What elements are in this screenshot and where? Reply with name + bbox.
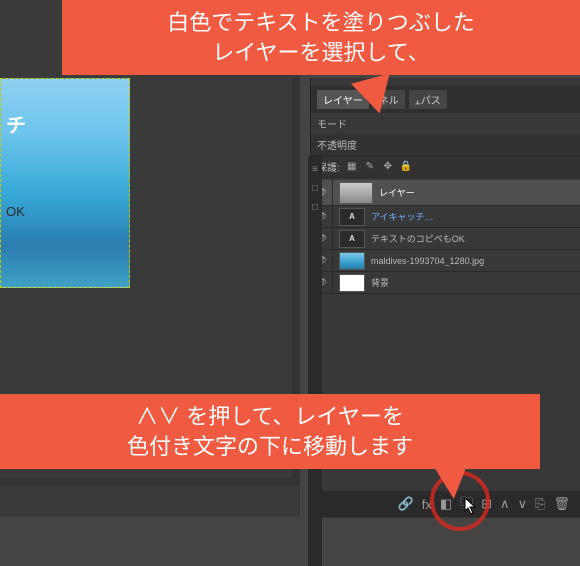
- lock-row: 保護: ▦ ✎ ✥ 🔒: [311, 156, 580, 178]
- layer-thumbnail[interactable]: [339, 274, 365, 292]
- layer-name[interactable]: テキストのコピペもOK: [371, 232, 580, 245]
- move-down-icon[interactable]: ∨: [518, 496, 528, 512]
- layer-row[interactable]: 👁 レイヤー: [311, 180, 580, 206]
- annotation-top-line1: 白色でテキストを塗りつぶした: [72, 8, 570, 38]
- layer-name[interactable]: アイキャッチ…: [371, 210, 580, 223]
- layer-thumbnail[interactable]: A: [339, 208, 365, 226]
- layer-thumbnail[interactable]: [339, 182, 373, 204]
- layer-name[interactable]: maldives-1993704_1280.jpg: [371, 256, 580, 266]
- layer-row[interactable]: 👁 A アイキャッチ…: [311, 206, 580, 228]
- mode-label: モード: [317, 116, 347, 131]
- canvas-text-1: チ: [6, 109, 26, 138]
- layer-row[interactable]: 👁 背景: [311, 272, 580, 294]
- annotation-top: 白色でテキストを塗りつぶした レイヤーを選択して、: [62, 0, 580, 75]
- toolstrip-icon[interactable]: □: [312, 183, 318, 194]
- toolstrip-icon[interactable]: ≡: [312, 164, 318, 175]
- canvas-text-2: OK: [6, 204, 25, 219]
- lock-all-icon[interactable]: 🔒: [400, 161, 412, 173]
- layer-row[interactable]: 👁 maldives-1993704_1280.jpg: [311, 250, 580, 272]
- link-layers-icon[interactable]: 🔗: [398, 496, 414, 512]
- delete-icon[interactable]: 🗑: [553, 496, 570, 512]
- opacity-label: 不透明度: [317, 137, 357, 152]
- lock-brush-icon[interactable]: ✎: [364, 161, 376, 173]
- duplicate-icon[interactable]: ⎘: [535, 496, 545, 512]
- annotation-bottom-arrow: [430, 457, 473, 500]
- opacity-row: 不透明度: [311, 134, 580, 156]
- annotation-bottom-line1: ∧∨ を押して、レイヤーを: [10, 402, 530, 432]
- layer-name[interactable]: 背景: [371, 276, 580, 289]
- panel-tabs: レイヤー ネル ⫠パス: [311, 86, 580, 113]
- annotation-bottom-line2: 色付き文字の下に移動します: [10, 432, 530, 462]
- layers-list: 👁 レイヤー 👁 A アイキャッチ… 👁 A テキストのコピペもOK 👁 mal…: [311, 180, 580, 294]
- layer-thumbnail[interactable]: [339, 252, 365, 270]
- layer-row[interactable]: 👁 A テキストのコピペもOK: [311, 228, 580, 250]
- mode-row: モード: [311, 113, 580, 134]
- toolstrip-icon[interactable]: □: [312, 202, 318, 213]
- lock-pixels-icon[interactable]: ▦: [346, 161, 358, 173]
- horizontal-scrollbar[interactable]: [0, 478, 300, 486]
- annotation-top-line2: レイヤーを選択して、: [72, 38, 570, 68]
- layer-name[interactable]: レイヤー: [379, 186, 580, 199]
- lock-move-icon[interactable]: ✥: [382, 161, 394, 173]
- tab-paths[interactable]: ⫠パス: [409, 90, 447, 109]
- document-preview[interactable]: チ OK: [0, 78, 130, 288]
- layer-thumbnail[interactable]: A: [339, 230, 365, 248]
- move-up-icon[interactable]: ∧: [500, 496, 510, 512]
